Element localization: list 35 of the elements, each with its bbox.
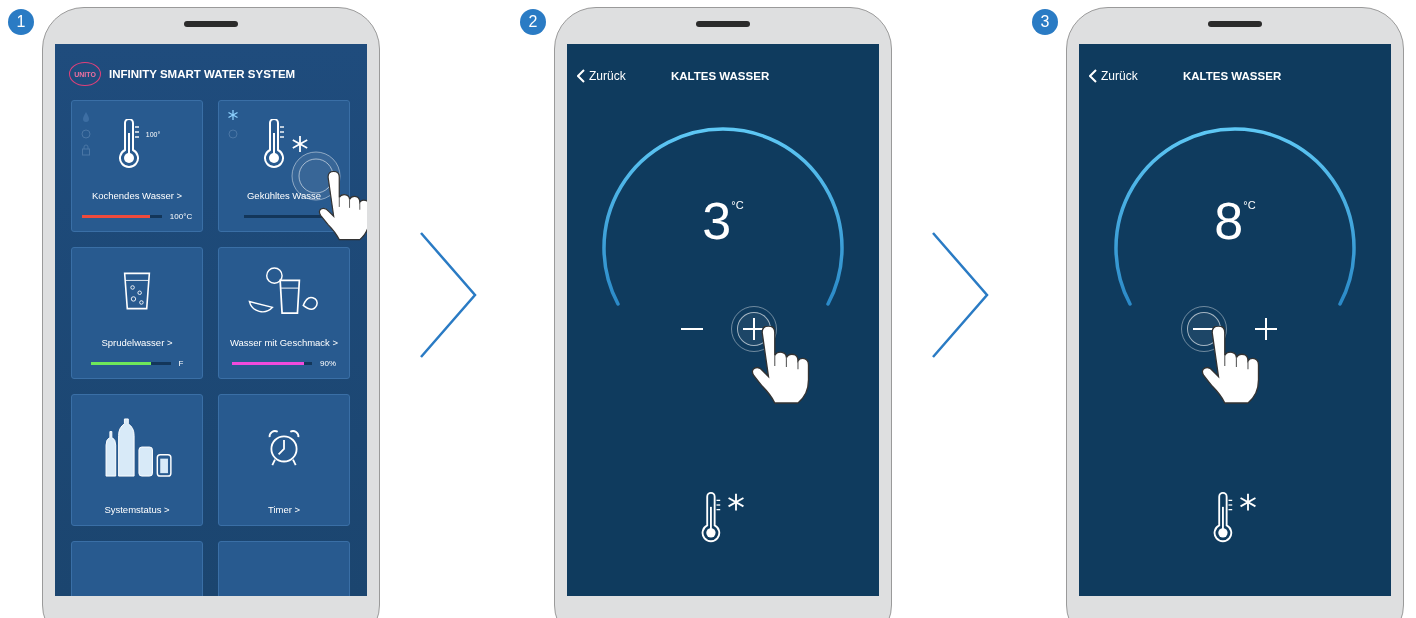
tile-label: Systemstatus > xyxy=(104,504,170,515)
step-number: 1 xyxy=(8,9,34,35)
level-reading: 100°C xyxy=(169,211,193,221)
screen-title: KALTES WASSER xyxy=(671,70,770,82)
level-reading: 90% xyxy=(320,358,336,368)
back-link[interactable]: Zurück xyxy=(1089,69,1183,83)
tile-label: Sprudelwasser > xyxy=(101,337,173,348)
temperature-value: 3 xyxy=(702,195,732,247)
menu-tile[interactable]: Timer > xyxy=(218,394,350,526)
tile-label: Gekühltes Wasse xyxy=(246,190,322,201)
chevron-left-icon xyxy=(1089,69,1097,83)
tile-label: Wasser mit Geschmack > xyxy=(229,337,339,348)
plus-icon xyxy=(1254,317,1278,341)
alarm-clock-icon xyxy=(266,427,302,468)
minus-icon xyxy=(680,328,704,330)
speaker-slot xyxy=(696,21,750,27)
glass-icon xyxy=(122,270,152,311)
chevron-left-icon xyxy=(577,69,585,83)
tile-label: Timer > xyxy=(267,504,301,515)
menu-tile[interactable]: Sprudelwasser > F xyxy=(71,247,203,379)
speaker-slot xyxy=(184,21,238,27)
temperature-unit: °C xyxy=(731,199,744,213)
app-title: INFINITY SMART WATER SYSTEM xyxy=(109,68,296,80)
snowflake-icon xyxy=(291,134,309,153)
step-number: 3 xyxy=(1032,9,1058,35)
level-reading: F xyxy=(178,358,184,368)
temperature-unit: °C xyxy=(1243,199,1256,213)
speaker-slot xyxy=(1208,21,1262,27)
back-link[interactable]: Zurück xyxy=(577,69,671,83)
menu-tile[interactable]: Systemstatus > xyxy=(71,394,203,526)
temperature-value: 8 xyxy=(1214,195,1244,247)
menu-tile[interactable]: Wasser mit Geschmack > 90% xyxy=(218,247,350,379)
step-number: 2 xyxy=(520,9,546,35)
screen-title: KALTES WASSER xyxy=(1183,70,1282,82)
tile-label: Kochendes Wasser > xyxy=(91,190,183,201)
